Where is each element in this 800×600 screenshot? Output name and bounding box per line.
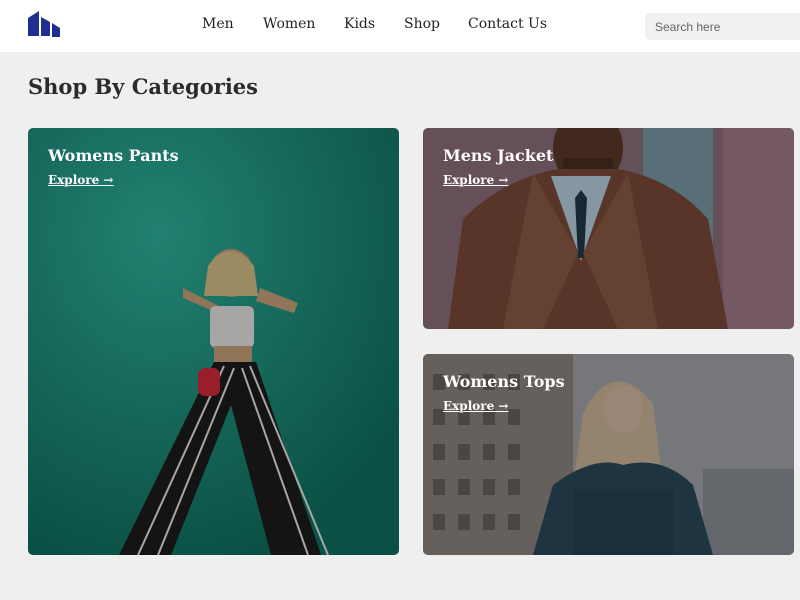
category-title: Mens Jacket <box>443 146 554 165</box>
category-title: Womens Tops <box>443 372 565 391</box>
category-card-womens-pants[interactable]: Womens Pants Explore → <box>28 128 399 555</box>
nav-link-men[interactable]: Men <box>202 16 234 32</box>
nav-link-women[interactable]: Women <box>263 16 315 32</box>
nav-link-contact-us[interactable]: Contact Us <box>468 16 547 32</box>
nav-link-shop[interactable]: Shop <box>404 16 440 32</box>
category-card-mens-jacket[interactable]: Mens Jacket Explore → <box>423 128 794 329</box>
nav-link-kids[interactable]: Kids <box>344 16 375 32</box>
explore-link[interactable]: Explore → <box>443 173 508 187</box>
category-title: Womens Pants <box>48 146 179 165</box>
explore-link[interactable]: Explore → <box>48 173 113 187</box>
page-heading: Shop By Categories <box>28 74 258 99</box>
explore-link[interactable]: Explore → <box>443 399 508 413</box>
top-nav: Men Women Kids Shop Contact Us <box>0 0 800 52</box>
category-card-womens-tops[interactable]: Womens Tops Explore → <box>423 354 794 555</box>
search-input[interactable] <box>645 13 800 40</box>
